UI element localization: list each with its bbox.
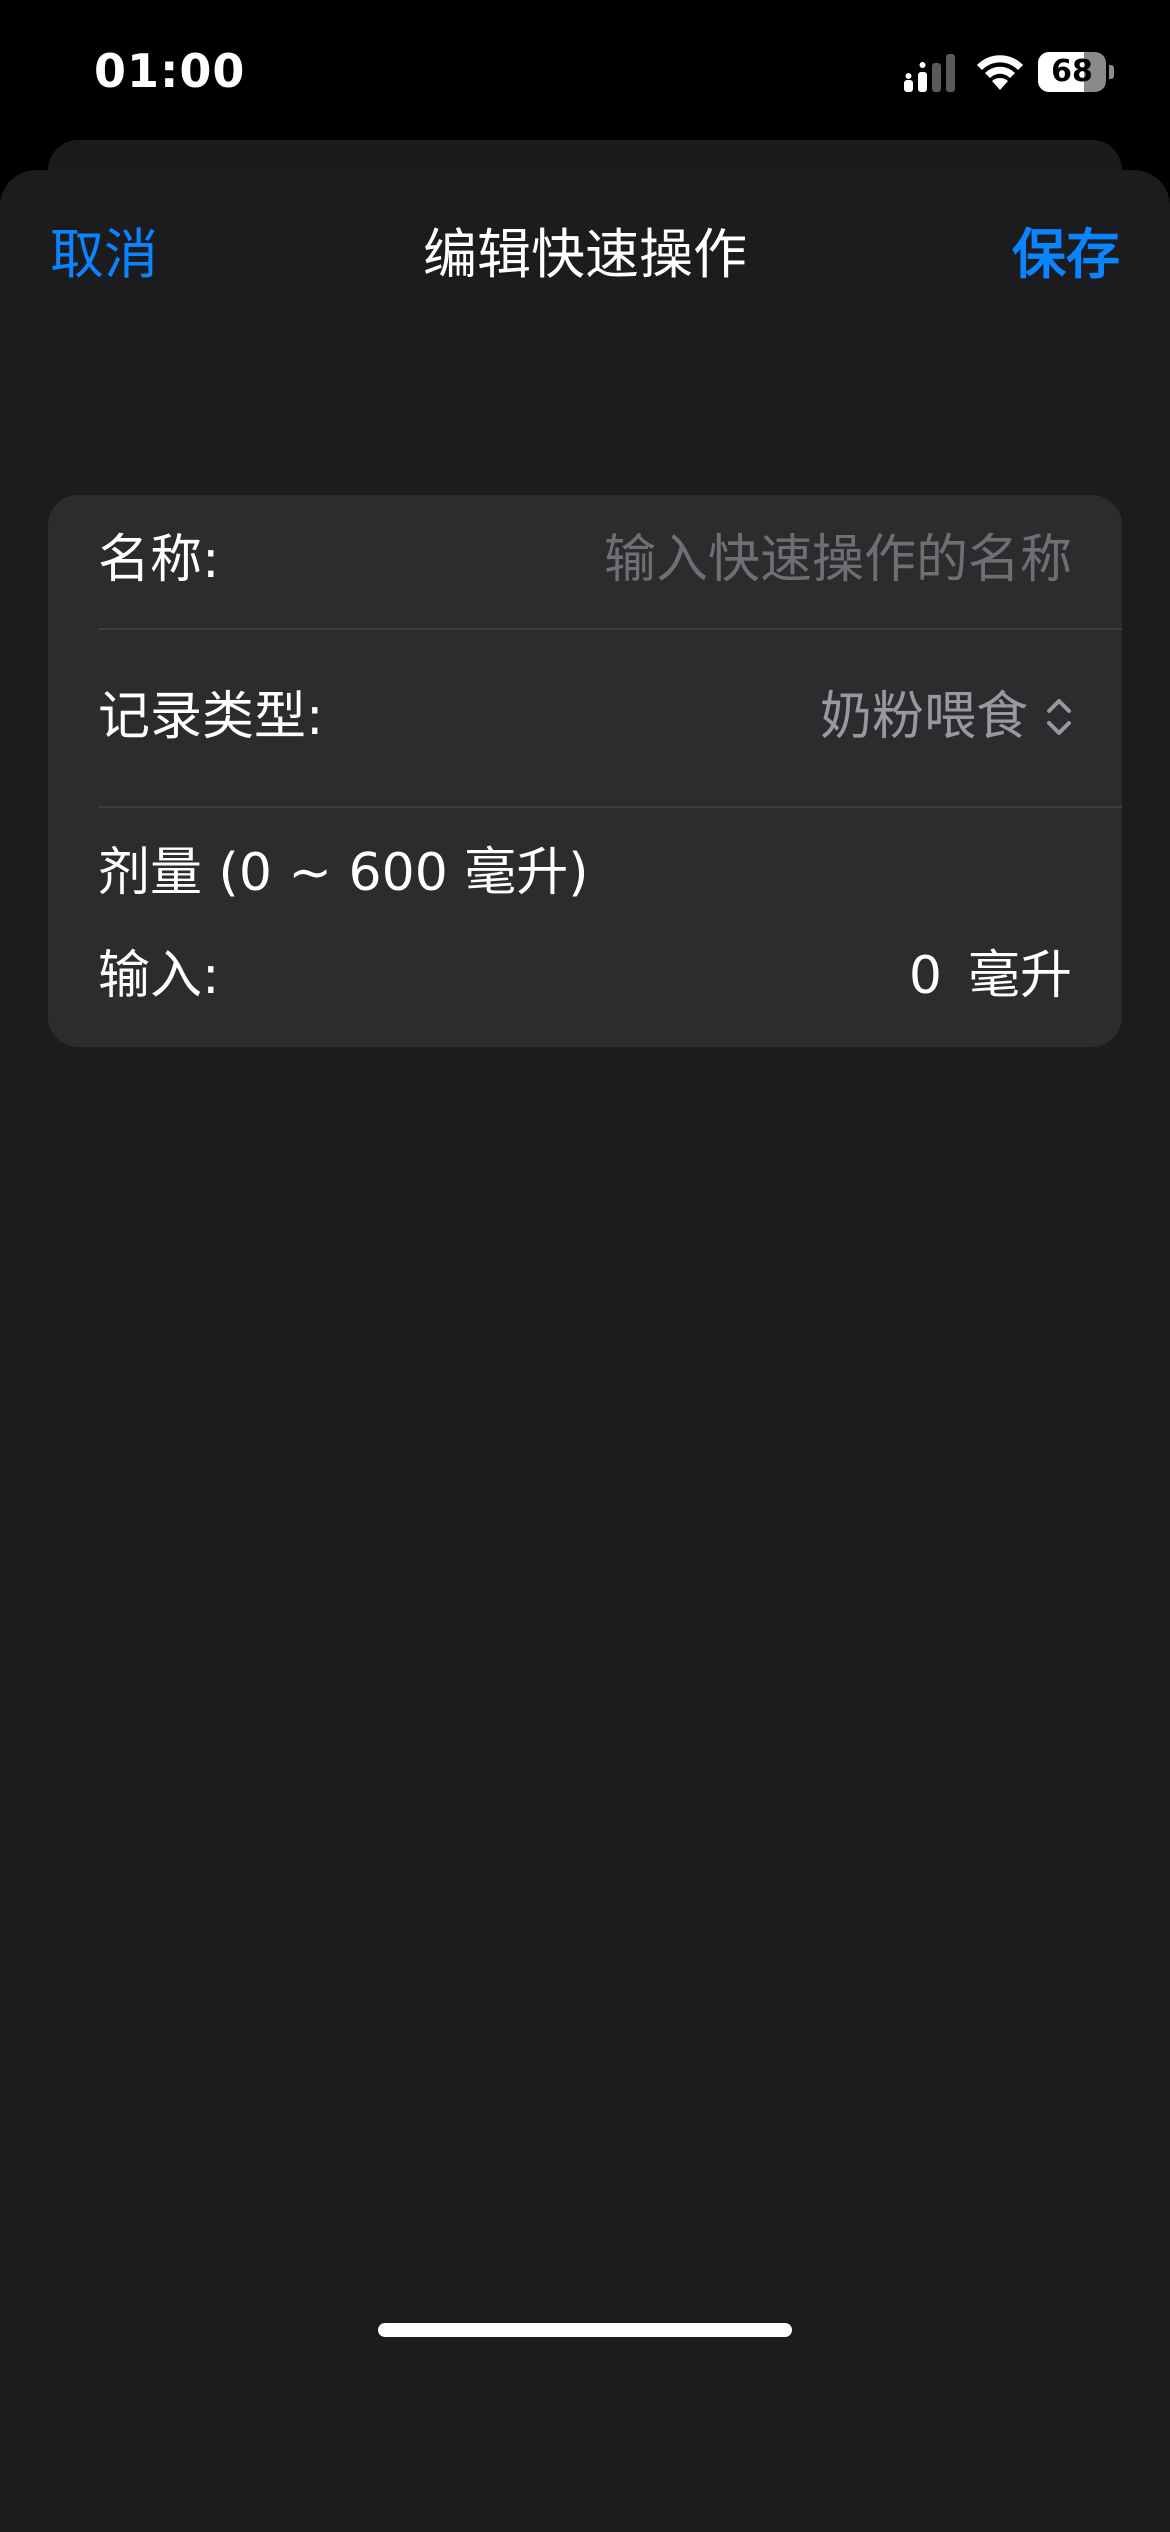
dose-unit: 毫升: [967, 946, 1072, 1006]
signal-icon: [904, 54, 955, 92]
dose-title: 剂量 (0 ~ 600 毫升): [98, 843, 589, 903]
dose-input-label: 输入:: [98, 946, 220, 1006]
chevron-up-down-icon: [1047, 699, 1071, 735]
name-input[interactable]: [452, 525, 1072, 595]
battery-percent: 68: [1051, 54, 1093, 89]
save-button[interactable]: 保存: [1012, 220, 1120, 290]
cancel-button[interactable]: 取消: [50, 220, 158, 290]
name-label: 名称:: [98, 530, 220, 590]
screen: 01:00 68 取消 编辑快速操作 保存 名称: 输入快速操作的名称 记录类型…: [0, 0, 1170, 2532]
page-title: 编辑快速操作: [423, 223, 747, 286]
edit-sheet: 取消 编辑快速操作 保存 名称: 记录类型: 奶粉喂食: [0, 170, 1170, 2532]
status-bar: 01:00 68: [0, 0, 1170, 140]
home-indicator[interactable]: [378, 2323, 792, 2337]
record-type-row[interactable]: 记录类型: 奶粉喂食: [48, 630, 1122, 806]
dose-input[interactable]: 0 毫升: [909, 941, 1072, 1011]
record-type-picker[interactable]: 奶粉喂食: [820, 682, 1074, 752]
form-card: 名称: 记录类型: 奶粉喂食 剂量 (0 ~ 600 毫升) 输入:: [48, 495, 1122, 1047]
dose-value: 0: [908, 946, 942, 1006]
dose-row: 剂量 (0 ~ 600 毫升) 输入: 0 毫升: [48, 808, 1122, 1047]
record-type-value: 奶粉喂食: [819, 687, 1028, 747]
record-type-label: 记录类型:: [98, 687, 324, 747]
wifi-icon: [977, 55, 1023, 90]
battery-icon: 68: [1038, 52, 1114, 92]
status-time: 01:00: [94, 44, 246, 98]
name-row: 名称:: [48, 495, 1122, 628]
